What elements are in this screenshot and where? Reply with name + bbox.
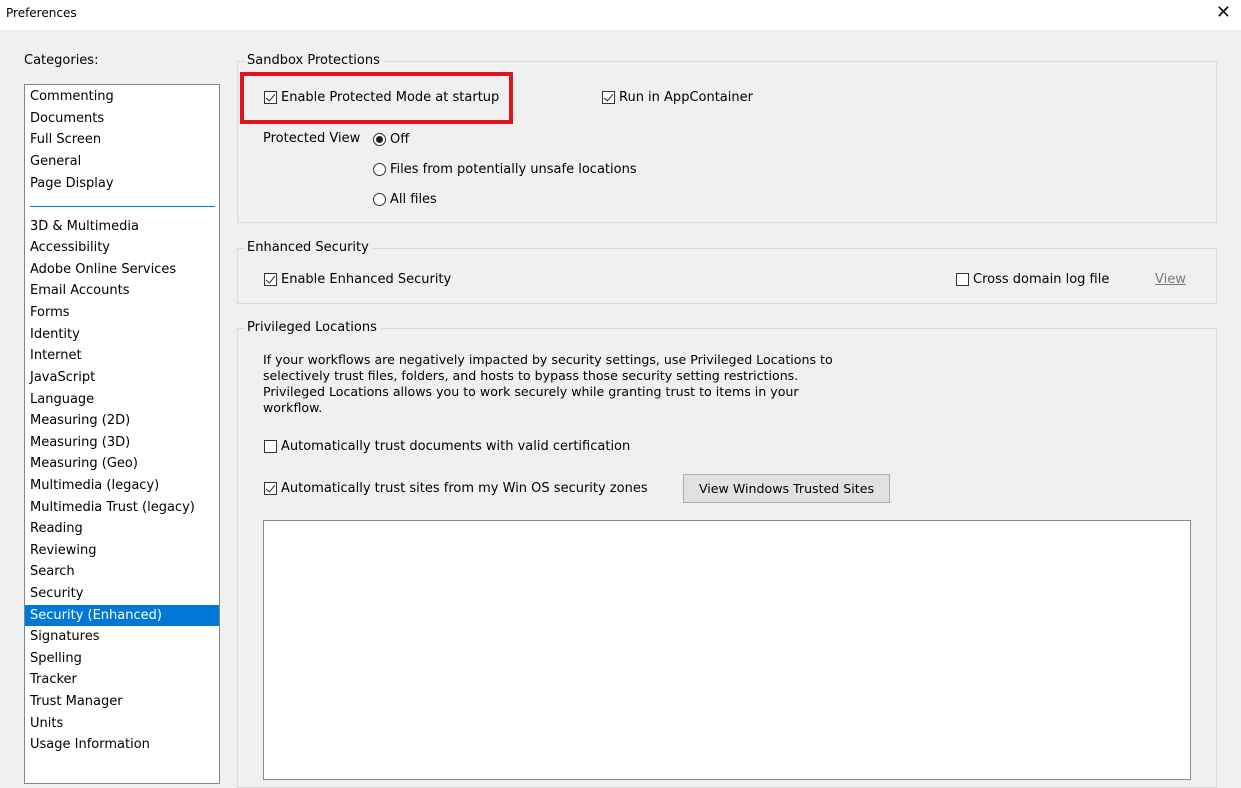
category-multimedia-legacy[interactable]: Multimedia (legacy): [25, 475, 219, 496]
checkbox-unchecked-icon[interactable]: [956, 273, 969, 286]
category-security-enhanced[interactable]: Security (Enhanced): [25, 605, 219, 626]
categories-list[interactable]: Commenting Documents Full Screen General…: [24, 84, 220, 784]
radio-selected-icon[interactable]: [373, 133, 386, 146]
category-search[interactable]: Search: [25, 561, 219, 582]
description-line: workflow.: [263, 400, 323, 415]
auto-trust-cert-label: Automatically trust documents with valid…: [281, 439, 631, 454]
category-reading[interactable]: Reading: [25, 518, 219, 539]
description-line: Privileged Locations allows you to work …: [263, 384, 799, 399]
category-forms[interactable]: Forms: [25, 302, 219, 323]
category-commenting[interactable]: Commenting: [25, 86, 219, 107]
categories-label: Categories:: [24, 53, 99, 68]
category-measuring-3d[interactable]: Measuring (3D): [25, 432, 219, 453]
description-line: selectively trust files, folders, and ho…: [263, 368, 799, 383]
appcontainer-label: Run in AppContainer: [619, 90, 753, 105]
category-documents[interactable]: Documents: [25, 108, 219, 129]
category-reviewing[interactable]: Reviewing: [25, 540, 219, 561]
auto-trust-sites-label: Automatically trust sites from my Win OS…: [281, 481, 648, 496]
appcontainer-checkbox[interactable]: Run in AppContainer: [602, 90, 753, 105]
category-measuring-geo[interactable]: Measuring (Geo): [25, 453, 219, 474]
privileged-locations-list[interactable]: [263, 520, 1191, 780]
protected-view-label: Protected View: [263, 131, 361, 146]
category-page-display[interactable]: Page Display: [25, 173, 219, 194]
checkbox-unchecked-icon[interactable]: [264, 440, 277, 453]
cross-domain-log-label: Cross domain log file: [973, 272, 1110, 287]
auto-trust-cert-checkbox[interactable]: Automatically trust documents with valid…: [264, 439, 630, 454]
category-tracker[interactable]: Tracker: [25, 669, 219, 690]
checkbox-checked-icon[interactable]: [602, 91, 615, 104]
category-general[interactable]: General: [25, 151, 219, 172]
checkbox-checked-icon[interactable]: [264, 482, 277, 495]
category-javascript[interactable]: JavaScript: [25, 367, 219, 388]
close-icon[interactable]: ✕: [1216, 2, 1231, 23]
category-units[interactable]: Units: [25, 713, 219, 734]
category-adobe-online-services[interactable]: Adobe Online Services: [25, 259, 219, 280]
privileged-description: If your workflows are negatively impacte…: [263, 352, 843, 416]
checkbox-checked-icon[interactable]: [264, 273, 277, 286]
category-identity[interactable]: Identity: [25, 324, 219, 345]
category-trust-manager[interactable]: Trust Manager: [25, 691, 219, 712]
enhanced-security-checkbox[interactable]: Enable Enhanced Security: [264, 272, 451, 287]
radio-label: Files from potentially unsafe locations: [390, 162, 637, 177]
protected-view-off-radio[interactable]: Off: [373, 132, 409, 147]
category-security[interactable]: Security: [25, 583, 219, 604]
view-log-link[interactable]: View: [1155, 272, 1186, 287]
category-accessibility[interactable]: Accessibility: [25, 237, 219, 258]
radio-unselected-icon[interactable]: [373, 193, 386, 206]
view-windows-trusted-sites-button[interactable]: View Windows Trusted Sites: [683, 474, 890, 503]
category-signatures[interactable]: Signatures: [25, 626, 219, 647]
category-separator: [30, 206, 215, 207]
radio-unselected-icon[interactable]: [373, 163, 386, 176]
category-3d-multimedia[interactable]: 3D & Multimedia: [25, 216, 219, 237]
category-language[interactable]: Language: [25, 389, 219, 410]
radio-label: Off: [390, 132, 410, 147]
title-bar: Preferences ✕: [0, 0, 1241, 30]
privileged-locations-title: Privileged Locations: [245, 320, 381, 335]
cross-domain-log-checkbox[interactable]: Cross domain log file: [956, 272, 1109, 287]
highlight-annotation: [240, 72, 513, 124]
description-line: If your workflows are negatively impacte…: [263, 352, 833, 367]
protected-view-unsafe-radio[interactable]: Files from potentially unsafe locations: [373, 162, 637, 177]
window-title: Preferences: [6, 6, 77, 20]
category-usage-information[interactable]: Usage Information: [25, 734, 219, 755]
category-multimedia-trust-legacy[interactable]: Multimedia Trust (legacy): [25, 497, 219, 518]
enhanced-security-title: Enhanced Security: [245, 240, 373, 255]
category-spelling[interactable]: Spelling: [25, 648, 219, 669]
auto-trust-sites-checkbox[interactable]: Automatically trust sites from my Win OS…: [264, 481, 648, 496]
radio-label: All files: [390, 192, 437, 207]
category-internet[interactable]: Internet: [25, 345, 219, 366]
category-email-accounts[interactable]: Email Accounts: [25, 280, 219, 301]
category-full-screen[interactable]: Full Screen: [25, 129, 219, 150]
category-measuring-2d[interactable]: Measuring (2D): [25, 410, 219, 431]
sandbox-protections-title: Sandbox Protections: [245, 53, 384, 68]
protected-view-all-radio[interactable]: All files: [373, 192, 437, 207]
enhanced-security-label: Enable Enhanced Security: [281, 272, 452, 287]
